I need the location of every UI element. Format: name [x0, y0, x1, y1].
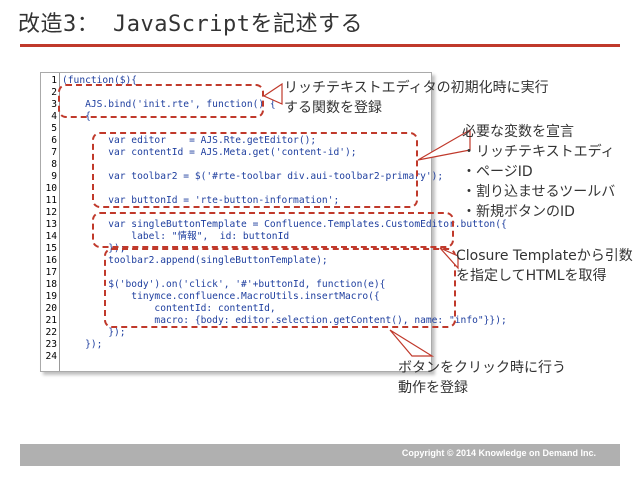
code-line: 23 });	[41, 339, 431, 351]
callout-closure-line1: Closure Templateから引数	[456, 248, 633, 264]
line-number: 5	[51, 123, 57, 134]
callout-click: ボタンをクリック時に行う 動作を登録	[398, 358, 566, 398]
title-underline	[20, 44, 620, 47]
callout-vars-line3: ・ページID	[462, 164, 533, 180]
highlight-init-bind	[58, 84, 264, 118]
line-number: 11	[45, 195, 57, 206]
callout-click-line2: 動作を登録	[398, 380, 468, 396]
highlight-click-handler	[104, 248, 456, 328]
code-line: 22 });	[41, 327, 431, 339]
line-number: 19	[45, 291, 57, 302]
line-number: 12	[45, 207, 57, 218]
line-number: 22	[45, 327, 57, 338]
callout-init-line2: する関数を登録	[284, 100, 382, 116]
line-number: 17	[45, 267, 57, 278]
code-line: 24	[41, 351, 431, 363]
line-number: 18	[45, 279, 57, 290]
callout-vars-line2: ・リッチテキストエディ	[462, 144, 615, 160]
callout-click-line1: ボタンをクリック時に行う	[398, 360, 566, 376]
line-number: 8	[51, 159, 57, 170]
line-number: 23	[45, 339, 57, 350]
line-number: 13	[45, 219, 57, 230]
callout-vars-line4: ・割り込ませるツールバ	[462, 184, 616, 200]
line-number: 9	[51, 171, 57, 182]
line-number: 20	[45, 303, 57, 314]
line-number: 10	[45, 183, 57, 194]
slide-title: 改造3： JavaScriptを記述する	[18, 12, 363, 37]
copyright-text: Copyright © 2014 Knowledge on Demand Inc…	[401, 448, 596, 458]
callout-closure: Closure Templateから引数 を指定してHTMLを取得	[456, 246, 633, 286]
line-number: 14	[45, 231, 57, 242]
callout-closure-line2: を指定してHTMLを取得	[456, 268, 607, 284]
footer-bar: Copyright © 2014 Knowledge on Demand Inc…	[20, 444, 620, 466]
code-text: });	[62, 339, 103, 350]
highlight-template	[92, 212, 454, 248]
callout-vars: 必要な変数を宣言 ・リッチテキストエディ ・ページID ・割り込ませるツールバ …	[462, 122, 615, 222]
line-number: 16	[45, 255, 57, 266]
line-number: 6	[51, 135, 57, 146]
code-text: });	[62, 327, 126, 338]
callout-init-line1: リッチテキストエディタの初期化時に実行	[284, 80, 549, 96]
line-number: 21	[45, 315, 57, 326]
callout-init: リッチテキストエディタの初期化時に実行 する関数を登録	[284, 78, 549, 118]
line-number: 4	[51, 111, 57, 122]
line-number: 7	[51, 147, 57, 158]
line-number: 1	[51, 75, 57, 86]
callout-vars-line5: ・新規ボタンのID	[462, 204, 575, 220]
line-number: 2	[51, 87, 57, 98]
line-number: 24	[45, 351, 57, 362]
highlight-variables	[92, 132, 418, 208]
line-number: 3	[51, 99, 57, 110]
callout-vars-line1: 必要な変数を宣言	[462, 124, 574, 140]
line-number: 15	[45, 243, 57, 254]
